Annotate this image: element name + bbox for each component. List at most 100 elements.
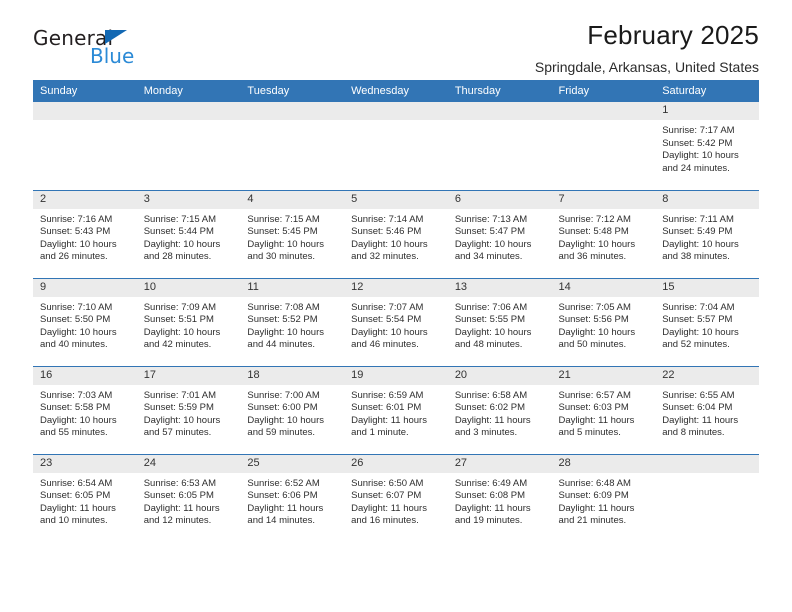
daylight-text: Daylight: 11 hours and 12 minutes. bbox=[143, 502, 220, 527]
calendar-day-cell[interactable]: 9 Sunrise: 7:10 AM Sunset: 5:50 PM Daylight… bbox=[33, 277, 137, 366]
day-number bbox=[33, 102, 137, 120]
daylight-text: Daylight: 10 hours and 59 minutes. bbox=[247, 414, 324, 439]
calendar-day-cell-empty bbox=[447, 102, 552, 190]
day-number: 4 bbox=[240, 190, 345, 209]
calendar-day-cell[interactable]: 27 Sunrise: 6:49 AM Sunset: 6:08 PM Dayligh… bbox=[447, 453, 552, 542]
sunrise-text: Sunrise: 6:54 AM bbox=[40, 477, 113, 489]
calendar-day-cell[interactable]: 15 Sunrise: 7:04 AM Sunset: 5:57 PM Dayligh… bbox=[655, 277, 759, 366]
calendar-week-row: 1 Sunrise: 7:17 AM Sunset: 5:42 PM Daylight… bbox=[33, 102, 759, 190]
weekday-header-saturday: Saturday bbox=[655, 80, 759, 102]
day-sun-info: Sunrise: 6:55 AM Sunset: 6:04 PM Daylight:… bbox=[655, 385, 759, 440]
calendar-day-cell[interactable]: 13 Sunrise: 7:06 AM Sunset: 5:55 PM Dayligh… bbox=[447, 277, 552, 366]
day-number: 25 bbox=[240, 454, 345, 473]
daylight-text: Daylight: 10 hours and 32 minutes. bbox=[351, 238, 428, 263]
calendar-day-cell[interactable]: 2 Sunrise: 7:16 AM Sunset: 5:43 PM Daylight… bbox=[33, 189, 137, 278]
day-sun-info: Sunrise: 6:50 AM Sunset: 6:07 PM Daylight:… bbox=[344, 473, 448, 528]
calendar-day-cell[interactable]: 18 Sunrise: 7:00 AM Sunset: 6:00 PM Dayligh… bbox=[240, 365, 345, 454]
calendar-day-cell[interactable]: 25 Sunrise: 6:52 AM Sunset: 6:06 PM Dayligh… bbox=[240, 453, 345, 542]
day-number: 20 bbox=[447, 366, 552, 385]
general-blue-logo[interactable]: General Blue bbox=[33, 26, 243, 74]
day-number: 2 bbox=[33, 190, 137, 209]
calendar-day-cell[interactable]: 20 Sunrise: 6:58 AM Sunset: 6:02 PM Dayligh… bbox=[447, 365, 552, 454]
calendar-day-cell[interactable]: 7 Sunrise: 7:12 AM Sunset: 5:48 PM Daylight… bbox=[551, 189, 656, 278]
calendar-week-row: 2 Sunrise: 7:16 AM Sunset: 5:43 PM Daylight… bbox=[33, 189, 759, 278]
sunset-text: Sunset: 5:58 PM bbox=[40, 402, 111, 414]
sunset-text: Sunset: 6:03 PM bbox=[558, 402, 629, 414]
sunrise-text: Sunrise: 6:55 AM bbox=[662, 389, 735, 401]
calendar-day-cell[interactable]: 23 Sunrise: 6:54 AM Sunset: 6:05 PM Dayligh… bbox=[33, 453, 137, 542]
calendar-week-row: 9 Sunrise: 7:10 AM Sunset: 5:50 PM Daylight… bbox=[33, 277, 759, 366]
day-number: 27 bbox=[447, 454, 552, 473]
sunrise-text: Sunrise: 6:50 AM bbox=[351, 477, 424, 489]
calendar-day-cell[interactable]: 24 Sunrise: 6:53 AM Sunset: 6:05 PM Dayligh… bbox=[136, 453, 241, 542]
daylight-text: Daylight: 10 hours and 48 minutes. bbox=[454, 326, 532, 351]
weekday-header-sunday: Sunday bbox=[33, 80, 137, 102]
calendar-day-cell[interactable]: 10 Sunrise: 7:09 AM Sunset: 5:51 PM Dayligh… bbox=[136, 277, 241, 366]
daylight-text: Daylight: 11 hours and 8 minutes. bbox=[662, 414, 739, 439]
daylight-text: Daylight: 10 hours and 28 minutes. bbox=[143, 238, 221, 263]
sunrise-text: Sunrise: 7:15 AM bbox=[143, 213, 217, 225]
sunrise-text: Sunrise: 7:01 AM bbox=[143, 389, 217, 401]
daylight-text: Daylight: 10 hours and 26 minutes. bbox=[40, 238, 117, 263]
calendar-day-cell[interactable]: 21 Sunrise: 6:57 AM Sunset: 6:03 PM Dayligh… bbox=[551, 365, 656, 454]
day-number: 14 bbox=[551, 278, 656, 297]
sunrise-text: Sunrise: 6:58 AM bbox=[454, 389, 528, 401]
daylight-text: Daylight: 10 hours and 40 minutes. bbox=[40, 326, 117, 351]
page-header: General Blue February 2025 Springdale, A… bbox=[33, 0, 759, 75]
daylight-text: Daylight: 11 hours and 14 minutes. bbox=[247, 502, 324, 527]
calendar-day-cell[interactable]: 4 Sunrise: 7:15 AM Sunset: 5:45 PM Daylight… bbox=[240, 189, 345, 278]
calendar-day-cell[interactable]: 11 Sunrise: 7:08 AM Sunset: 5:52 PM Dayligh… bbox=[240, 277, 345, 366]
daylight-text: Daylight: 11 hours and 1 minute. bbox=[351, 414, 427, 439]
daylight-text: Daylight: 10 hours and 50 minutes. bbox=[558, 326, 636, 351]
sunset-text: Sunset: 6:06 PM bbox=[247, 490, 318, 502]
day-sun-info: Sunrise: 7:14 AM Sunset: 5:46 PM Daylight:… bbox=[344, 209, 448, 264]
calendar-day-cell[interactable]: 16 Sunrise: 7:03 AM Sunset: 5:58 PM Dayligh… bbox=[33, 365, 137, 454]
sunrise-text: Sunrise: 6:59 AM bbox=[351, 389, 424, 401]
sunrise-text: Sunrise: 7:07 AM bbox=[351, 301, 424, 313]
sunset-text: Sunset: 5:52 PM bbox=[247, 314, 318, 326]
day-number bbox=[655, 454, 759, 473]
sunrise-text: Sunrise: 7:08 AM bbox=[247, 301, 320, 313]
sunrise-text: Sunrise: 7:04 AM bbox=[662, 301, 735, 313]
day-number: 26 bbox=[344, 454, 448, 473]
sunset-text: Sunset: 6:08 PM bbox=[454, 490, 526, 502]
daylight-text: Daylight: 10 hours and 36 minutes. bbox=[558, 238, 636, 263]
calendar-day-cell[interactable]: 1 Sunrise: 7:17 AM Sunset: 5:42 PM Daylight… bbox=[655, 102, 759, 190]
sunset-text: Sunset: 6:07 PM bbox=[351, 490, 422, 502]
calendar-day-cell[interactable]: 19 Sunrise: 6:59 AM Sunset: 6:01 PM Dayligh… bbox=[344, 365, 448, 454]
sunset-text: Sunset: 6:01 PM bbox=[351, 402, 422, 414]
calendar-day-cell[interactable]: 14 Sunrise: 7:05 AM Sunset: 5:56 PM Dayligh… bbox=[551, 277, 656, 366]
day-number bbox=[136, 102, 241, 120]
day-sun-info: Sunrise: 6:52 AM Sunset: 6:06 PM Daylight:… bbox=[240, 473, 344, 528]
daylight-text: Daylight: 10 hours and 55 minutes. bbox=[40, 414, 117, 439]
calendar-week-row: 23 Sunrise: 6:54 AM Sunset: 6:05 PM Dayligh… bbox=[33, 453, 759, 542]
calendar-day-cell[interactable]: 8 Sunrise: 7:11 AM Sunset: 5:49 PM Daylight… bbox=[655, 189, 759, 278]
calendar-day-cell[interactable]: 6 Sunrise: 7:13 AM Sunset: 5:47 PM Daylight… bbox=[447, 189, 552, 278]
calendar-day-cell[interactable]: 5 Sunrise: 7:14 AM Sunset: 5:46 PM Daylight… bbox=[344, 189, 448, 278]
calendar-day-cell[interactable]: 22 Sunrise: 6:55 AM Sunset: 6:04 PM Dayligh… bbox=[655, 365, 759, 454]
day-sun-info: Sunrise: 7:06 AM Sunset: 5:55 PM Daylight:… bbox=[448, 297, 552, 352]
day-sun-info: Sunrise: 7:07 AM Sunset: 5:54 PM Daylight:… bbox=[344, 297, 448, 352]
calendar-day-cell[interactable]: 3 Sunrise: 7:15 AM Sunset: 5:44 PM Daylight… bbox=[136, 189, 241, 278]
day-number: 3 bbox=[136, 190, 241, 209]
calendar-day-cell[interactable]: 28 Sunrise: 6:48 AM Sunset: 6:09 PM Dayligh… bbox=[551, 453, 656, 542]
calendar-day-cell-empty bbox=[240, 102, 345, 190]
weekday-header-monday: Monday bbox=[136, 80, 241, 102]
calendar-page: General Blue February 2025 Springdale, A… bbox=[0, 0, 792, 612]
calendar-day-cell[interactable]: 17 Sunrise: 7:01 AM Sunset: 5:59 PM Dayligh… bbox=[136, 365, 241, 454]
sunrise-sunset-calendar: Sunday Monday Tuesday Wednesday Thursday… bbox=[33, 80, 759, 542]
sunset-text: Sunset: 5:54 PM bbox=[351, 314, 422, 326]
weekday-header-thursday: Thursday bbox=[447, 80, 552, 102]
day-number bbox=[240, 102, 345, 120]
calendar-day-cell[interactable]: 26 Sunrise: 6:50 AM Sunset: 6:07 PM Dayligh… bbox=[344, 453, 448, 542]
sunrise-text: Sunrise: 7:06 AM bbox=[454, 301, 528, 313]
sunset-text: Sunset: 5:49 PM bbox=[662, 226, 733, 238]
calendar-day-cell[interactable]: 12 Sunrise: 7:07 AM Sunset: 5:54 PM Dayligh… bbox=[344, 277, 448, 366]
day-sun-info: Sunrise: 7:15 AM Sunset: 5:45 PM Daylight:… bbox=[240, 209, 344, 264]
day-number: 6 bbox=[447, 190, 552, 209]
day-sun-info: Sunrise: 7:15 AM Sunset: 5:44 PM Daylight:… bbox=[137, 209, 241, 264]
day-sun-info: Sunrise: 6:57 AM Sunset: 6:03 PM Daylight:… bbox=[552, 385, 656, 440]
sunrise-text: Sunrise: 6:49 AM bbox=[454, 477, 528, 489]
day-sun-info: Sunrise: 7:01 AM Sunset: 5:59 PM Daylight:… bbox=[137, 385, 241, 440]
day-number: 22 bbox=[655, 366, 759, 385]
